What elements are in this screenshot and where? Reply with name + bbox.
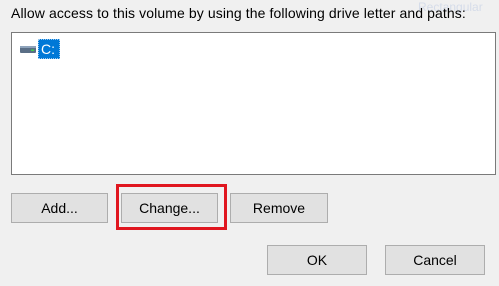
- list-item-label: C:: [38, 39, 60, 59]
- add-button[interactable]: Add...: [11, 193, 108, 223]
- instruction-label: Allow access to this volume by using the…: [11, 5, 466, 21]
- ok-button[interactable]: OK: [267, 245, 367, 275]
- drive-icon: [19, 38, 37, 60]
- change-button[interactable]: Change...: [121, 193, 218, 223]
- list-item[interactable]: C:: [19, 38, 60, 60]
- cancel-button[interactable]: Cancel: [385, 245, 485, 275]
- remove-button[interactable]: Remove: [230, 193, 328, 223]
- drive-path-list[interactable]: C:: [11, 32, 496, 175]
